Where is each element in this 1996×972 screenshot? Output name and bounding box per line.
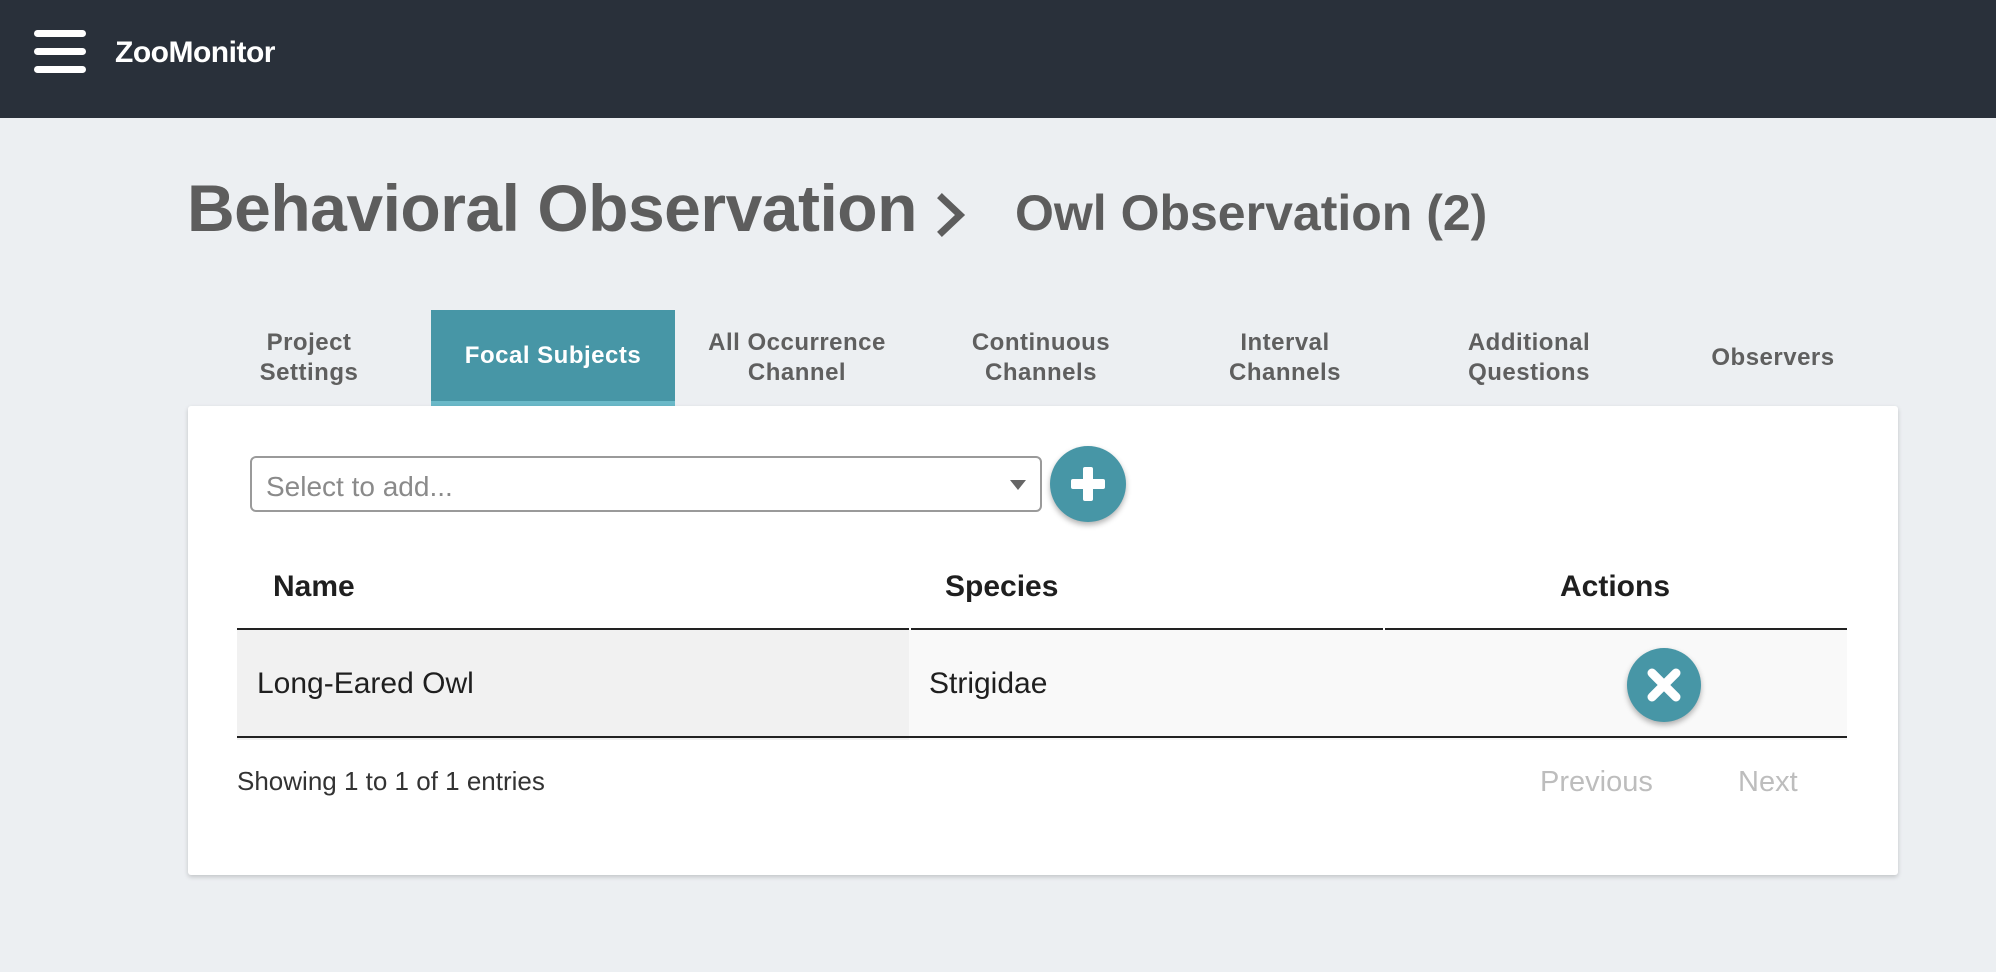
plus-icon	[1071, 467, 1105, 501]
subject-select[interactable]: Select to add...	[250, 456, 1042, 512]
column-header-name[interactable]: Name	[273, 570, 355, 604]
add-subject-button[interactable]	[1050, 446, 1126, 522]
app-title[interactable]: ZooMonitor	[115, 36, 275, 70]
tab-observers[interactable]: Observers	[1651, 310, 1895, 406]
tab-interval-channels[interactable]: Interval Channels	[1163, 310, 1407, 406]
hamburger-line	[34, 48, 86, 55]
focal-subjects-card: Select to add... Name Species Actions Lo…	[188, 406, 1898, 875]
row-divider	[237, 736, 1847, 738]
tab-continuous-channels[interactable]: Continuous Channels	[919, 310, 1163, 406]
table-row: Long-Eared Owl Strigidae	[237, 630, 1847, 740]
column-header-species[interactable]: Species	[945, 570, 1058, 604]
next-page-button[interactable]: Next	[1738, 766, 1798, 799]
previous-page-button[interactable]: Previous	[1540, 766, 1653, 799]
tab-project-settings[interactable]: Project Settings	[187, 310, 431, 406]
subject-name: Long-Eared Owl	[257, 667, 474, 700]
column-header-actions: Actions	[1560, 570, 1671, 603]
tab-additional-questions[interactable]: Additional Questions	[1407, 310, 1651, 406]
species-cell	[909, 630, 1847, 740]
table-info: Showing 1 to 1 of 1 entries	[237, 766, 545, 796]
delete-x-icon	[1647, 668, 1681, 702]
chevron-right-icon	[937, 193, 966, 237]
hamburger-menu-icon[interactable]	[34, 30, 86, 74]
tab-focal-subjects[interactable]: Focal Subjects	[431, 310, 675, 406]
tab-all-occurrence-channel[interactable]: All Occurrence Channel	[675, 310, 919, 406]
breadcrumb-current: Owl Observation (2)	[1015, 185, 1488, 241]
top-app-bar: ZooMonitor	[0, 0, 1996, 118]
subject-species: Strigidae	[929, 667, 1048, 700]
hamburger-line	[34, 66, 86, 73]
subject-select-placeholder: Select to add...	[266, 471, 453, 502]
tab-bar: Project Settings Focal Subjects All Occu…	[187, 310, 1895, 406]
caret-down-icon	[1010, 480, 1026, 490]
breadcrumb-parent[interactable]: Behavioral Observation	[187, 170, 917, 246]
hamburger-line	[34, 30, 86, 37]
delete-subject-button[interactable]	[1627, 648, 1701, 722]
